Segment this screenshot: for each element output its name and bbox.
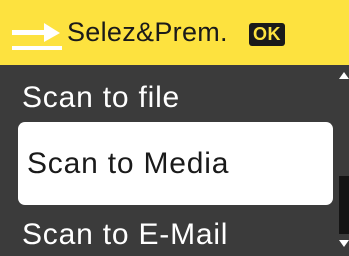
menu-list: Scan to file Scan to Media Scan to E-Mai…: [0, 65, 335, 256]
menu-item-scan-to-email[interactable]: Scan to E-Mail: [0, 210, 335, 256]
menu-item-scan-to-media[interactable]: Scan to Media: [18, 122, 333, 205]
arrow-down-icon[interactable]: [339, 240, 349, 247]
arrow-up-icon[interactable]: [339, 72, 349, 79]
scrollbar-track: [339, 176, 349, 234]
menu-item-scan-to-file[interactable]: Scan to file: [0, 73, 335, 123]
header-bar: Selez&Prem. OK: [0, 0, 349, 65]
lcd-screen: Selez&Prem. OK Scan to file Scan to Medi…: [0, 0, 349, 256]
ok-badge: OK: [249, 23, 285, 46]
page-title: Selez&Prem.: [67, 17, 228, 47]
scrollbar-thumb[interactable]: [339, 84, 349, 176]
scan-icon: [12, 23, 62, 50]
